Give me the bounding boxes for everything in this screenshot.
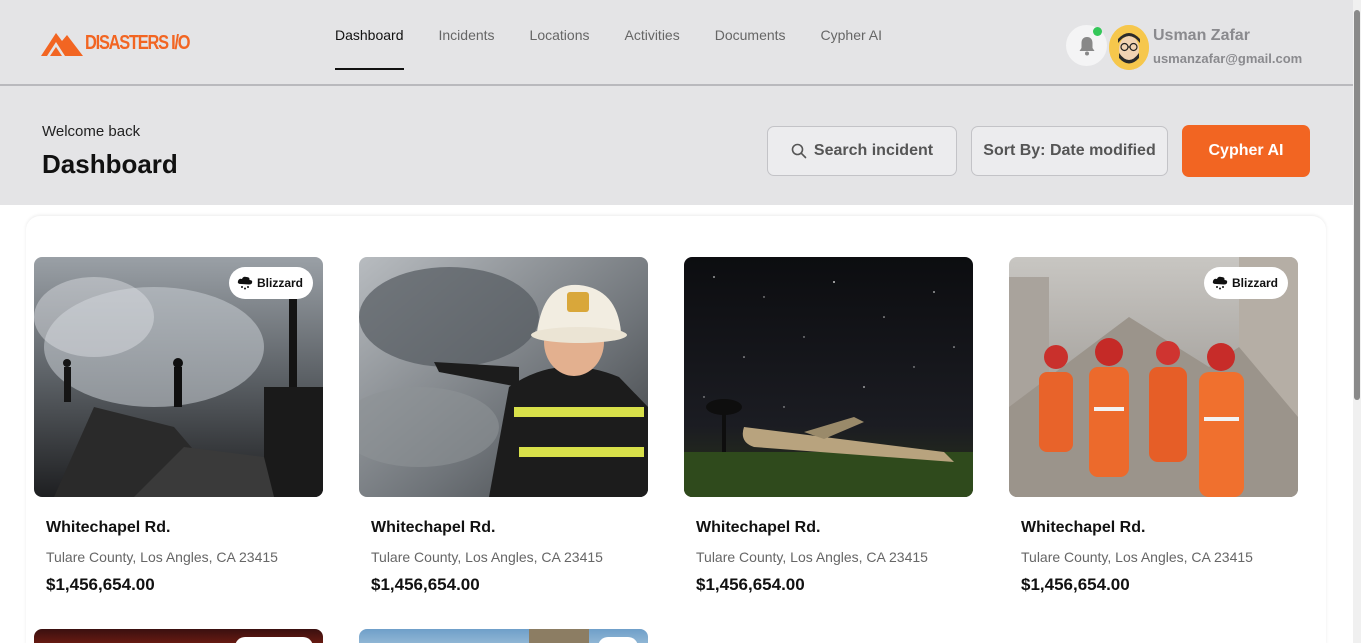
card-address: Tulare County, Los Angles, CA 23415 [371, 549, 603, 565]
bell-icon [1079, 36, 1094, 55]
welcome-text: Welcome back [42, 123, 141, 140]
top-navigation-bar: DISASTERS I/O Dashboard Incidents Locati… [0, 0, 1353, 86]
card-price: $1,456,654.00 [371, 575, 480, 594]
incident-card[interactable]: Whitechapel Rd. Tulare County, Los Angle… [359, 257, 648, 594]
user-name: Usman Zafar [1153, 27, 1250, 44]
nav-incidents[interactable]: Incidents [439, 27, 495, 70]
incident-image: Blizzard [1009, 257, 1298, 497]
disaster-type-badge [235, 637, 313, 643]
nav-dashboard[interactable]: Dashboard [335, 27, 404, 70]
badge-label: Blizzard [1231, 276, 1278, 290]
page-title: Dashboard [42, 149, 178, 179]
avatar[interactable] [1109, 25, 1149, 70]
card-title: Whitechapel Rd. [46, 519, 171, 536]
card-address: Tulare County, Los Angles, CA 23415 [696, 549, 928, 565]
incident-card-partial[interactable] [359, 629, 648, 643]
card-title: Whitechapel Rd. [1021, 519, 1146, 536]
plane-wreck-image [684, 257, 973, 497]
incident-image [359, 257, 648, 497]
card-title: Whitechapel Rd. [371, 519, 496, 536]
notifications-button[interactable] [1066, 25, 1107, 66]
disaster-type-badge [598, 637, 638, 643]
scrollbar-thumb[interactable] [1354, 10, 1360, 400]
card-address: Tulare County, Los Angles, CA 23415 [46, 549, 278, 565]
disaster-type-badge: Blizzard [228, 267, 313, 299]
notification-dot [1093, 27, 1102, 36]
badge-label: Blizzard [256, 276, 303, 290]
search-icon [791, 143, 807, 159]
brand-name: DISASTERS I/O [85, 31, 191, 54]
card-price: $1,456,654.00 [1021, 575, 1130, 594]
building-silhouette [529, 629, 589, 643]
cypher-ai-label: Cypher AI [1208, 142, 1284, 159]
snow-cloud-icon [1212, 276, 1228, 290]
incident-card[interactable]: Blizzard Whitechapel Rd. Tulare County, … [34, 257, 323, 594]
nav-activities[interactable]: Activities [624, 27, 679, 70]
nav-cypher-ai[interactable]: Cypher AI [821, 27, 882, 70]
card-price: $1,456,654.00 [696, 575, 805, 594]
search-incident-label: Search incident [813, 142, 934, 159]
search-incident-button[interactable]: Search incident [767, 126, 957, 176]
incident-image: Blizzard [34, 257, 323, 497]
nav-documents[interactable]: Documents [715, 27, 786, 70]
card-address: Tulare County, Los Angles, CA 23415 [1021, 549, 1253, 565]
incident-card-partial[interactable] [34, 629, 323, 643]
cypher-ai-button[interactable]: Cypher AI [1182, 125, 1310, 177]
snow-cloud-icon [237, 276, 253, 290]
sort-by-button[interactable]: Sort By: Date modified [971, 126, 1168, 176]
user-avatar-icon [1109, 25, 1149, 70]
mountain-logo-icon [41, 33, 83, 56]
page-scrollbar[interactable] [1353, 0, 1361, 643]
incident-card[interactable]: Whitechapel Rd. Tulare County, Los Angle… [684, 257, 973, 594]
card-price: $1,456,654.00 [46, 575, 155, 594]
sort-by-label: Sort By: Date modified [983, 142, 1156, 159]
user-email: usmanzafar@gmail.com [1153, 51, 1303, 66]
disaster-type-badge: Blizzard [1203, 267, 1288, 299]
incident-card[interactable]: Blizzard Whitechapel Rd. Tulare County, … [1009, 257, 1298, 594]
incident-image [684, 257, 973, 497]
brand-logo[interactable]: DISASTERS I/O [41, 30, 212, 56]
nav-locations[interactable]: Locations [530, 27, 590, 70]
main-nav: Dashboard Incidents Locations Activities… [335, 27, 882, 70]
fire-chief-image [359, 257, 648, 497]
card-title: Whitechapel Rd. [696, 519, 821, 536]
